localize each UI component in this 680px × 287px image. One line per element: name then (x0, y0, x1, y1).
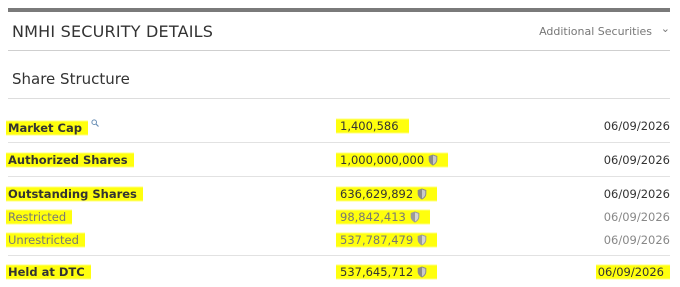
value-unrestricted: 537,787,479 (336, 232, 438, 248)
date-held-at-dtc: 06/09/2026 (595, 264, 670, 280)
date-authorized-shares: 06/09/2026 (603, 153, 670, 167)
value-text: 537,645,712 (340, 265, 414, 279)
row-held-at-dtc: Held at DTC 537,645,712 06/09/2026 (6, 264, 670, 287)
header-divider (8, 50, 670, 51)
date-text: 06/09/2026 (595, 264, 670, 280)
date-unrestricted: 06/09/2026 (603, 233, 670, 247)
date-restricted: 06/09/2026 (603, 210, 670, 224)
value-authorized-shares: 1,000,000,000 (336, 152, 449, 168)
value-outstanding-shares: 636,629,892 (336, 186, 438, 202)
row-divider (8, 255, 670, 256)
label-held-at-dtc: Held at DTC (6, 264, 91, 280)
label-text: Restricted (6, 209, 73, 225)
magnifier-icon[interactable] (91, 119, 99, 127)
date-market-cap: 06/09/2026 (603, 119, 670, 133)
value-text: 537,787,479 (340, 233, 414, 247)
value-market-cap: 1,400,586 (336, 118, 409, 134)
label-authorized-shares: Authorized Shares (6, 152, 134, 168)
label-text: Authorized Shares (6, 152, 134, 168)
row-authorized-shares: Authorized Shares 1,000,000,000 06/09/20… (6, 152, 670, 175)
row-divider (8, 176, 670, 177)
label-market-cap: Market Cap (6, 119, 99, 136)
section-divider (8, 98, 670, 99)
value-text: 636,629,892 (340, 187, 414, 201)
shield-icon[interactable] (417, 234, 427, 246)
label-unrestricted: Unrestricted (6, 232, 85, 248)
label-restricted: Restricted (6, 209, 73, 225)
row-outstanding-shares: Outstanding Shares 636,629,892 06/09/202… (6, 186, 670, 209)
section-title-share-structure: Share Structure (12, 70, 130, 88)
security-details-header: NMHI SECURITY DETAILS Additional Securit… (8, 12, 670, 50)
value-text: 98,842,413 (340, 210, 406, 224)
row-divider (8, 142, 670, 143)
shield-icon[interactable] (417, 266, 427, 278)
value-restricted: 98,842,413 (336, 209, 430, 225)
label-outstanding-shares: Outstanding Shares (6, 186, 143, 202)
label-text: Market Cap (6, 120, 88, 136)
value-text: 1,400,586 (336, 118, 409, 134)
shield-icon[interactable] (410, 211, 420, 223)
label-text: Outstanding Shares (6, 186, 143, 202)
label-text: Unrestricted (6, 232, 85, 248)
row-market-cap: Market Cap 1,400,586 06/09/2026 (6, 118, 670, 141)
date-outstanding-shares: 06/09/2026 (603, 187, 670, 201)
row-restricted: Restricted 98,842,413 06/09/2026 (6, 209, 670, 232)
additional-securities-dropdown[interactable]: Additional Securities (539, 25, 652, 38)
chevron-down-icon[interactable]: ⌄ (661, 22, 670, 35)
value-held-at-dtc: 537,645,712 (336, 264, 438, 280)
page-title: NMHI SECURITY DETAILS (12, 22, 214, 41)
value-text: 1,000,000,000 (340, 153, 425, 167)
row-unrestricted: Unrestricted 537,787,479 06/09/2026 (6, 232, 670, 255)
label-text: Held at DTC (6, 264, 91, 280)
shield-icon[interactable] (417, 188, 427, 200)
shield-icon[interactable] (428, 154, 438, 166)
